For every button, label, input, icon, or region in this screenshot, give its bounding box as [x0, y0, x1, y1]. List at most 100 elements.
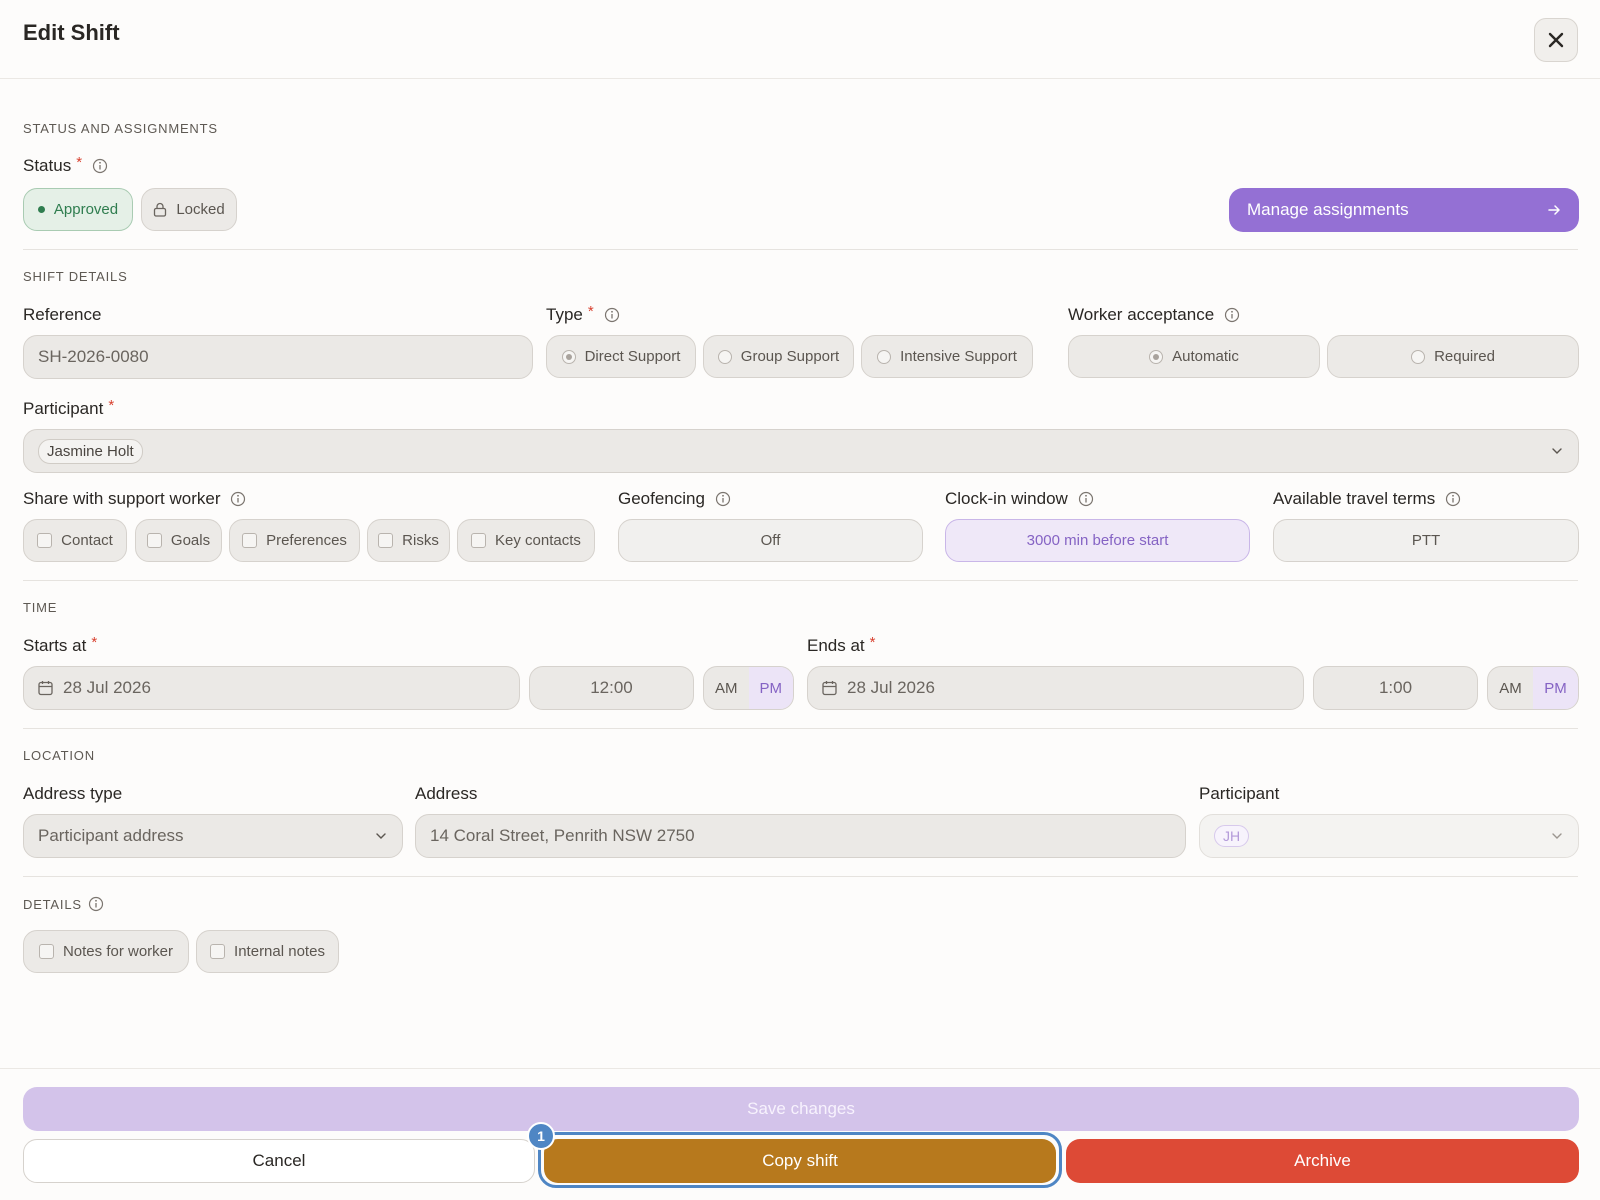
info-icon [604, 307, 619, 323]
checkbox-icon [242, 533, 258, 548]
share-option-label: Contact [61, 532, 113, 549]
share-option-goals[interactable]: Goals [135, 519, 222, 562]
reference-field[interactable]: SH-2026-0080 [23, 335, 533, 379]
arrow-right-icon [1548, 205, 1560, 215]
acceptance-option-label: Automatic [1172, 348, 1239, 365]
starts-at-label-text: Starts at [23, 636, 87, 655]
pm-option[interactable]: PM [748, 667, 793, 709]
required-mark: * [587, 302, 594, 320]
type-option-intensive-support[interactable]: Intensive Support [861, 335, 1033, 378]
clockin-label: Clock-in window [945, 489, 1094, 509]
close-button[interactable] [1534, 18, 1578, 62]
required-mark: * [91, 633, 98, 651]
locked-label: Locked [176, 201, 225, 218]
cancel-button[interactable]: Cancel [23, 1139, 535, 1183]
chevron-down-icon [1552, 833, 1562, 839]
ends-at-label: Ends at * [807, 634, 876, 656]
start-time-field[interactable]: 12:00 [529, 666, 694, 710]
notes-for-worker-toggle[interactable]: Notes for worker [23, 930, 189, 973]
share-label: Share with support worker [23, 489, 246, 509]
radio-icon [877, 349, 892, 364]
section-details-heading-text: DETAILS [23, 896, 82, 912]
radio-icon [561, 349, 576, 364]
divider [23, 580, 1578, 581]
share-option-label: Risks [402, 532, 439, 549]
section-details-heading: DETAILS [23, 896, 104, 912]
share-option-label: Preferences [266, 532, 347, 549]
address-type-label: Address type [23, 784, 123, 803]
start-ampm-toggle[interactable]: AM PM [703, 666, 794, 710]
info-icon [92, 158, 108, 174]
geofencing-label-text: Geofencing [618, 489, 705, 508]
type-option-label: Intensive Support [900, 348, 1017, 365]
type-option-label: Group Support [740, 348, 840, 365]
status-locked-chip[interactable]: Locked [141, 188, 237, 231]
starts-at-label: Starts at * [23, 633, 98, 656]
travel-terms-label: Available travel terms [1273, 489, 1461, 509]
location-participant-select[interactable]: JH [1199, 814, 1579, 858]
geofencing-toggle[interactable]: Off [618, 519, 923, 562]
internal-notes-toggle[interactable]: Internal notes [196, 930, 339, 973]
address-type-select[interactable]: Participant address [23, 814, 403, 858]
end-ampm-toggle[interactable]: AM PM [1487, 666, 1579, 710]
participant-label: Participant * [23, 396, 115, 419]
info-icon [231, 491, 246, 507]
archive-button[interactable]: Archive [1066, 1139, 1579, 1183]
address-field[interactable]: 14 Coral Street, Penrith NSW 2750 [415, 814, 1186, 858]
type-option-group-support[interactable]: Group Support [703, 335, 854, 378]
share-option-key-contacts[interactable]: Key contacts [457, 519, 595, 562]
acceptance-option-required[interactable]: Required [1327, 335, 1579, 378]
info-icon [1078, 491, 1093, 507]
internal-notes-label: Internal notes [234, 943, 325, 960]
divider [23, 249, 1578, 250]
checkbox-icon [38, 944, 54, 959]
worker-acceptance-label-text: Worker acceptance [1068, 305, 1215, 324]
type-option-label: Direct Support [584, 348, 681, 365]
divider [23, 728, 1578, 729]
share-label-text: Share with support worker [23, 489, 221, 508]
status-approved-chip[interactable]: Approved [23, 188, 133, 231]
type-label: Type * [546, 302, 620, 325]
section-status-heading: STATUS AND ASSIGNMENTS [23, 121, 218, 136]
save-changes-button[interactable]: Save changes [23, 1087, 1579, 1131]
checkbox-icon [37, 533, 53, 548]
calendar-icon [38, 681, 53, 696]
section-time-heading: TIME [23, 600, 58, 615]
share-option-contact[interactable]: Contact [23, 519, 127, 562]
am-option[interactable]: AM [1488, 667, 1533, 709]
section-shift-details-heading: SHIFT DETAILS [23, 269, 128, 284]
geofencing-label: Geofencing [618, 489, 731, 509]
section-location-heading: LOCATION [23, 748, 95, 763]
share-option-label: Goals [170, 532, 211, 549]
travel-terms-field[interactable]: PTT [1273, 519, 1579, 562]
share-option-preferences[interactable]: Preferences [229, 519, 360, 562]
end-date-field[interactable]: 28 Jul 2026 [807, 666, 1304, 710]
manage-assignments-button[interactable]: Manage assignments [1229, 188, 1579, 232]
participant-chip[interactable]: Jasmine Holt [38, 438, 143, 464]
divider [23, 876, 1578, 877]
approved-label: Approved [53, 201, 119, 218]
worker-acceptance-label: Worker acceptance [1068, 305, 1240, 325]
clockin-window-field[interactable]: 3000 min before start [945, 519, 1250, 562]
share-option-risks[interactable]: Risks [367, 519, 450, 562]
am-option[interactable]: AM [704, 667, 749, 709]
participant-select[interactable]: Jasmine Holt [23, 429, 1579, 473]
manage-assignments-label: Manage assignments [1247, 200, 1409, 219]
participant-avatar: JH [1214, 825, 1250, 847]
start-date-field[interactable]: 28 Jul 2026 [23, 666, 520, 710]
end-time-field[interactable]: 1:00 [1313, 666, 1478, 710]
acceptance-option-automatic[interactable]: Automatic [1068, 335, 1320, 378]
status-label: Status * [23, 154, 108, 176]
type-option-direct-support[interactable]: Direct Support [546, 335, 696, 378]
required-mark: * [108, 396, 115, 414]
copy-shift-button[interactable]: Copy shift [544, 1139, 1056, 1183]
radio-icon [1149, 349, 1164, 364]
pm-option[interactable]: PM [1533, 667, 1578, 709]
page-title: Edit Shift [23, 20, 120, 45]
info-icon [88, 896, 103, 912]
close-icon [1548, 32, 1564, 48]
end-date-value: 28 Jul 2026 [847, 678, 935, 697]
radio-icon [717, 349, 732, 364]
modal-header: Edit Shift [0, 0, 1600, 79]
info-icon [715, 491, 731, 507]
